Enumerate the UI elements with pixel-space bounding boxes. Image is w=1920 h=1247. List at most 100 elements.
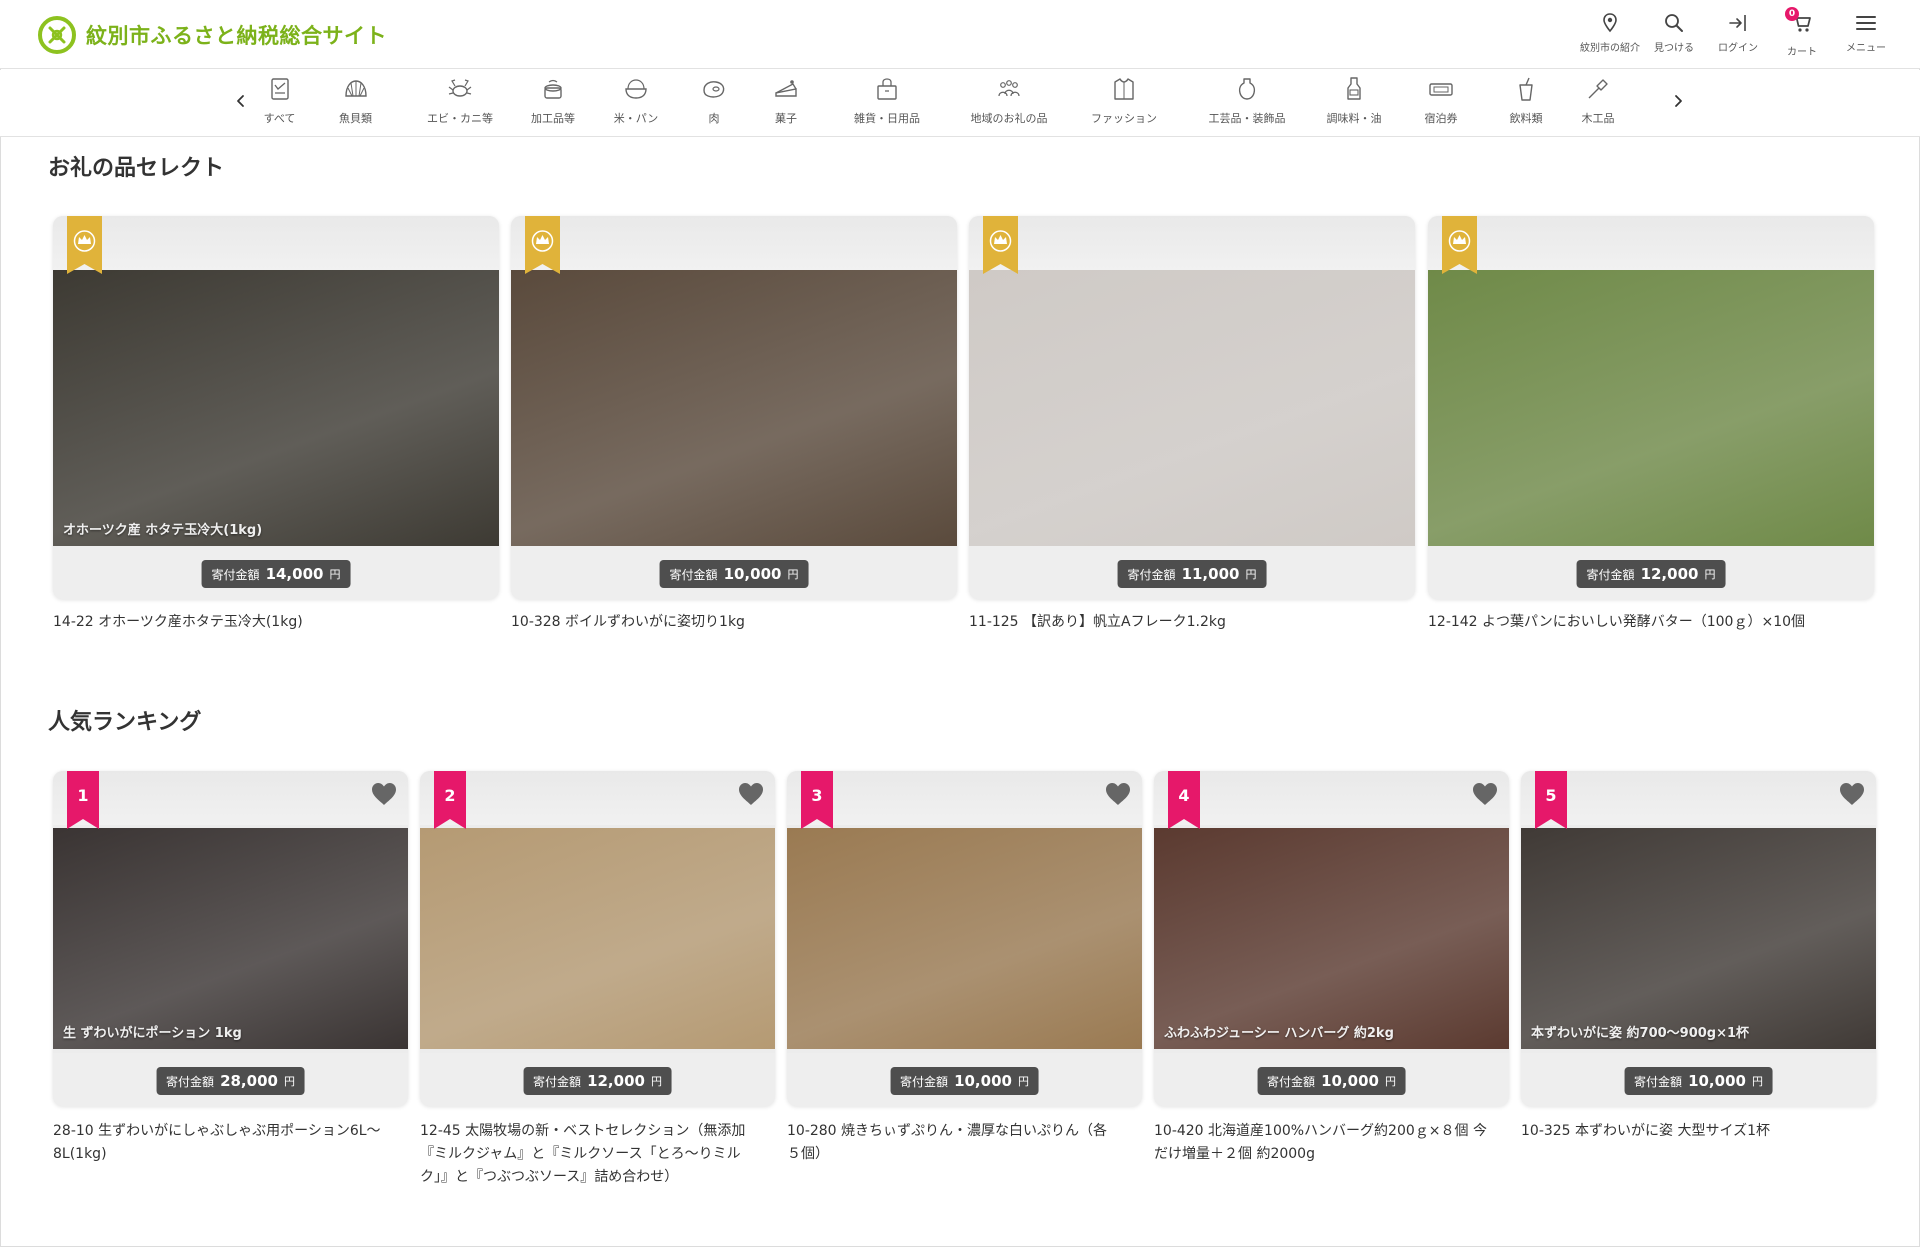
category-item-rice[interactable]: 米・パン <box>608 76 664 126</box>
price-unit: 円 <box>787 568 799 581</box>
photo-caption: ふわふわジューシー ハンバーグ 約2kg <box>1164 1026 1394 1041</box>
card-image-top-band <box>53 771 408 825</box>
category-item-drinks[interactable]: 飲料類 <box>1503 76 1549 126</box>
category-item-seafood[interactable]: 魚貝類 <box>333 76 378 126</box>
favorite-heart-icon[interactable] <box>370 781 398 807</box>
product-title-line: 12-45 太陽牧場の新・ベストセレクション（無添加 <box>420 1123 746 1139</box>
all-icon <box>270 78 289 100</box>
rank-ribbon: 5 <box>1535 771 1567 829</box>
price-badge: 寄付金額 12,000 円 <box>1576 560 1726 588</box>
product-photo: 生 ずわいがにポーション 1kg <box>53 828 408 1049</box>
favorite-heart-icon[interactable] <box>1471 781 1499 807</box>
price-unit: 円 <box>650 1075 662 1088</box>
category-item-local[interactable]: 地域のお礼の品 <box>965 76 1053 126</box>
map-pin-icon <box>1603 13 1617 33</box>
fashion-icon <box>1114 78 1134 100</box>
ticket-icon <box>1429 83 1453 96</box>
header-nav-intro[interactable]: 紋別市の紹介 <box>1578 12 1642 58</box>
rank-ribbon: 4 <box>1168 771 1200 829</box>
category-item-processed[interactable]: 加工品等 <box>525 76 581 126</box>
header-nav-login[interactable]: ログイン <box>1706 12 1770 58</box>
product-title-line: だけ増量＋２個 約2000g <box>1154 1146 1315 1162</box>
card-image-top-band <box>1521 771 1876 825</box>
product-photo <box>969 270 1415 546</box>
rank-number: 2 <box>444 786 456 805</box>
category-label: すべて <box>263 112 296 125</box>
product-title[interactable]: 10-420 北海道産100%ハンバーグ約200ｇ×８個 今 だけ増量＋２個 約… <box>1154 1120 1509 1166</box>
category-item-fashion[interactable]: ファッション <box>1085 76 1163 126</box>
product-title[interactable]: 12-142 よつ葉パンにおいしい発酵バター（100ｇ）×10個 <box>1428 611 1874 634</box>
category-item-seasoning[interactable]: 調味料・油 <box>1322 76 1386 126</box>
category-label: 米・パン <box>613 112 659 125</box>
price-label: 寄付金額 <box>1127 567 1176 582</box>
card-image-top-band <box>511 216 957 270</box>
rank-number: 4 <box>1178 786 1190 805</box>
category-list: すべて 魚貝類 エビ・カニ等 加工品等 米・パン 肉 菓子 雑貨・日用品 地域の… <box>257 76 1621 126</box>
card-image-box: 寄付金額 11,000 円 <box>969 216 1415 599</box>
product-title[interactable]: 14-22 オホーツク産ホタテ玉冷大(1kg) <box>53 611 499 634</box>
price-value: 10,000 <box>954 1072 1012 1090</box>
price-label: 寄付金額 <box>900 1074 949 1089</box>
header-nav-label: カート <box>1787 47 1817 58</box>
woodwork-icon <box>1588 79 1608 99</box>
price-badge: 寄付金額 28,000 円 <box>156 1067 305 1095</box>
price-badge: 寄付金額 10,000 円 <box>1624 1067 1773 1095</box>
price-unit: 円 <box>1751 1075 1763 1088</box>
category-item-crab[interactable]: エビ・カニ等 <box>420 76 500 126</box>
category-label: 菓子 <box>775 112 797 125</box>
card-image-top-band <box>787 771 1142 825</box>
category-item-sweets[interactable]: 菓子 <box>769 76 803 126</box>
photo-caption: 生 ずわいがにポーション 1kg <box>63 1026 242 1041</box>
card-image-box: 寄付金額 10,000 円 <box>511 216 957 599</box>
category-item-craft[interactable]: 工芸品・装飾品 <box>1202 76 1292 126</box>
category-bar: すべて 魚貝類 エビ・カニ等 加工品等 米・パン 肉 菓子 雑貨・日用品 地域の… <box>0 70 1920 137</box>
category-label: 飲料類 <box>1509 112 1543 125</box>
crown-ribbon-icon <box>67 216 102 274</box>
category-item-stay[interactable]: 宿泊券 <box>1419 76 1463 126</box>
category-item-all[interactable]: すべて <box>257 76 302 126</box>
login-icon <box>1729 15 1746 31</box>
product-title[interactable]: 10-328 ボイルずわいがに姿切り1kg <box>511 611 957 634</box>
product-title[interactable]: 11-125 【訳あり】帆立Aフレーク1.2kg <box>969 611 1415 634</box>
drink-icon <box>1519 77 1533 101</box>
goods-icon <box>877 78 897 100</box>
header-nav-cart[interactable]: 0 カート <box>1770 7 1834 58</box>
product-title-line: 『ミルクジャム』と『ミルクソース「とろ〜りミル <box>420 1146 741 1162</box>
category-item-goods[interactable]: 雑貨・日用品 <box>848 76 926 126</box>
product-title[interactable]: 10-280 焼きちぃずぷりん・濃厚な白いぷりん（各 ５個） <box>787 1120 1142 1166</box>
category-label: 魚貝類 <box>339 112 372 125</box>
header-nav-menu[interactable]: メニュー <box>1834 12 1898 58</box>
photo-caption <box>420 1033 440 1049</box>
header-nav-search[interactable]: 見つける <box>1642 12 1706 58</box>
product-title[interactable]: 28-10 生ずわいがにしゃぶしゃぶ用ポーション6L〜 8L(1kg) <box>53 1120 408 1166</box>
price-unit: 円 <box>1245 568 1257 581</box>
city-emblem-icon <box>38 16 76 54</box>
photo-caption <box>1428 530 1448 546</box>
category-item-woodwork[interactable]: 木工品 <box>1575 76 1621 126</box>
card-image-box: 寄付金額 12,000 円 <box>1428 216 1874 599</box>
product-title-line: 8L(1kg) <box>53 1146 107 1162</box>
card-image-top-band <box>1428 216 1874 270</box>
photo-caption <box>969 530 989 546</box>
product-title-line: 10-280 焼きちぃずぷりん・濃厚な白いぷりん（各 <box>787 1123 1108 1139</box>
favorite-heart-icon[interactable] <box>737 781 765 807</box>
price-unit: 円 <box>1384 1075 1396 1088</box>
favorite-heart-icon[interactable] <box>1104 781 1132 807</box>
price-unit: 円 <box>1704 568 1716 581</box>
product-photo: 本ずわいがに姿 約700〜900g×1杯 <box>1521 828 1876 1049</box>
site-logo[interactable]: 紋別市ふるさと納税総合サイト <box>38 16 387 54</box>
product-photo: オホーツク産 ホタテ玉冷大(1kg) <box>53 270 499 546</box>
favorite-heart-icon[interactable] <box>1838 781 1866 807</box>
crown-ribbon-icon <box>983 216 1018 274</box>
product-title[interactable]: 10-325 本ずわいがに姿 大型サイズ1杯 <box>1521 1120 1876 1143</box>
rank-ribbon: 2 <box>434 771 466 829</box>
price-unit: 円 <box>283 1075 295 1088</box>
cake-icon <box>775 80 797 97</box>
header-nav-label: 紋別市の紹介 <box>1580 43 1640 54</box>
site-header: 紋別市ふるさと納税総合サイト 紋別市の紹介 見つける ログイン 0 カート メニ… <box>0 0 1920 69</box>
category-item-meat[interactable]: 肉 <box>697 76 731 126</box>
category-prev-button[interactable] <box>228 88 254 114</box>
category-next-button[interactable] <box>1665 88 1691 114</box>
price-label: 寄付金額 <box>1634 1074 1683 1089</box>
product-title[interactable]: 12-45 太陽牧場の新・ベストセレクション（無添加 『ミルクジャム』と『ミルク… <box>420 1120 775 1189</box>
